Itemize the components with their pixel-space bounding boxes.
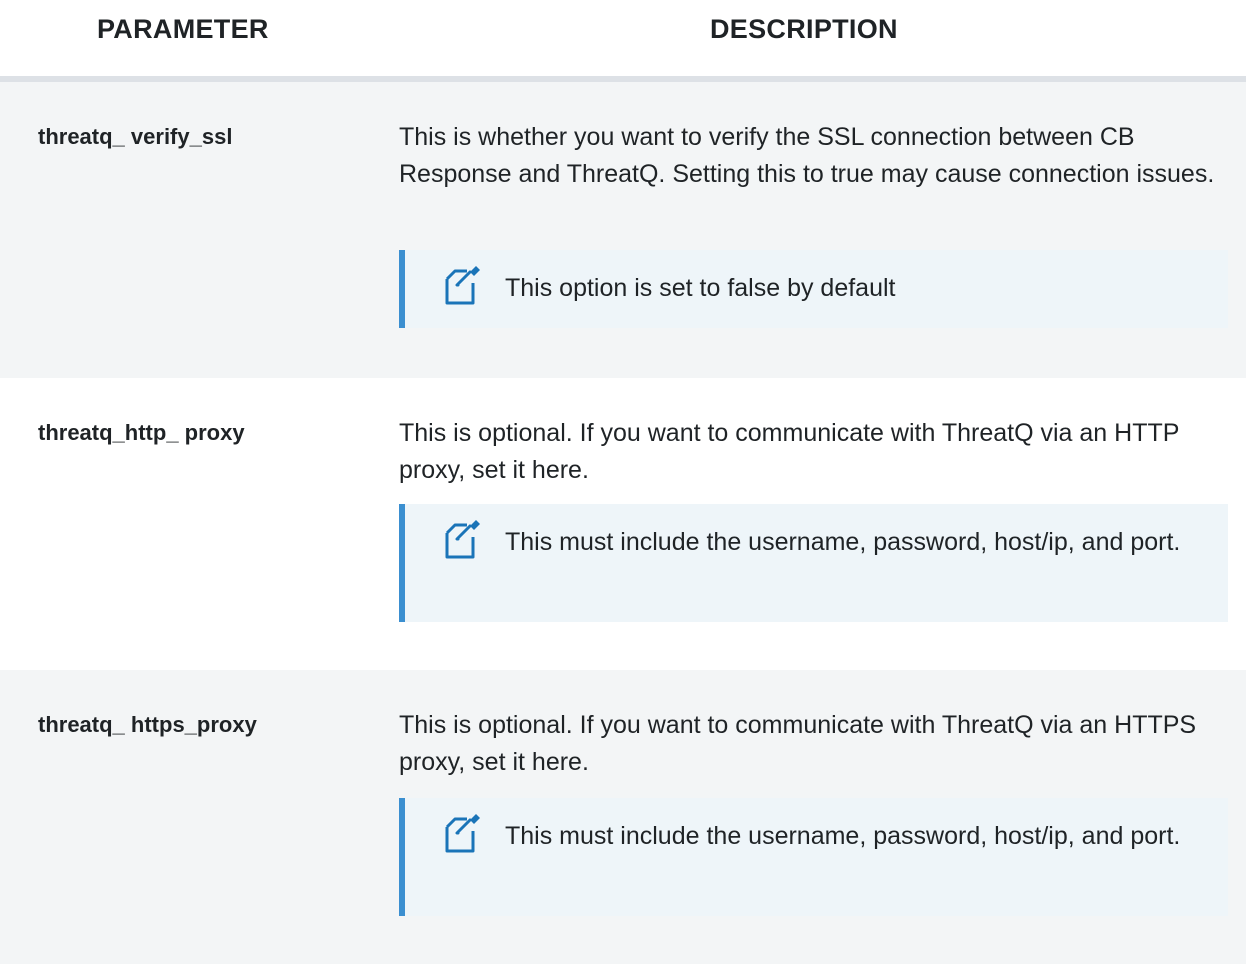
- note-callout: This must include the username, password…: [399, 504, 1228, 622]
- note-pencil-icon: [443, 813, 483, 853]
- note-callout: This option is set to false by default: [399, 250, 1228, 328]
- parameter-name: threatq_ https_proxy: [38, 712, 257, 737]
- table-header: PARAMETER DESCRIPTION: [0, 0, 1246, 82]
- parameter-name: threatq_http_ proxy: [38, 420, 245, 445]
- parameter-description: This is optional. If you want to communi…: [399, 711, 1197, 776]
- parameter-description: This is whether you want to verify the S…: [399, 123, 1215, 188]
- column-header-description: DESCRIPTION: [710, 14, 898, 44]
- note-text: This must include the username, password…: [505, 528, 1181, 556]
- parameter-table: PARAMETER DESCRIPTION threatq_ verify_ss…: [0, 0, 1246, 964]
- table-row: threatq_ verify_ssl This is whether you …: [0, 82, 1246, 378]
- note-text: This must include the username, password…: [505, 822, 1181, 850]
- note-pencil-icon: [443, 265, 483, 305]
- table-row: threatq_http_ proxy This is optional. If…: [0, 378, 1246, 670]
- note-pencil-icon: [443, 519, 483, 559]
- parameter-description: This is optional. If you want to communi…: [399, 419, 1179, 484]
- note-text: This option is set to false by default: [505, 274, 896, 302]
- note-callout: This must include the username, password…: [399, 798, 1228, 916]
- parameter-name: threatq_ verify_ssl: [38, 124, 233, 149]
- column-header-parameter: PARAMETER: [97, 14, 269, 44]
- table-row: threatq_ https_proxy This is optional. I…: [0, 670, 1246, 964]
